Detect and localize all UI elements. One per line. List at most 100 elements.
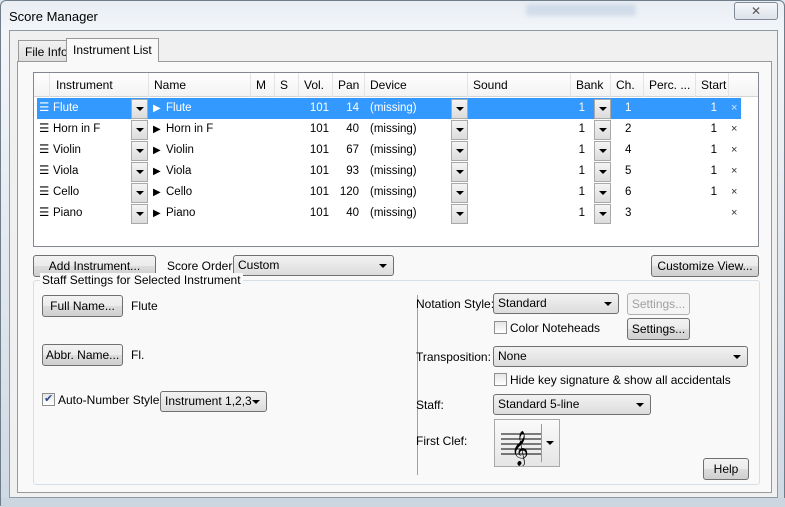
bank-dropdown[interactable] — [594, 204, 611, 224]
delete-row-icon[interactable]: × — [731, 98, 737, 119]
device-cell[interactable]: (missing) — [370, 203, 417, 224]
volume-cell[interactable]: 101 — [299, 182, 329, 203]
header-pan[interactable]: Pan — [333, 73, 365, 97]
table-row[interactable]: ☰ Horn in F ▶ Horn in F 101 40 (missing) 1 2 1 × — [37, 119, 741, 140]
tab-instrument-list[interactable]: Instrument List — [66, 38, 159, 62]
delete-row-icon[interactable]: × — [731, 182, 737, 203]
bank-dropdown[interactable] — [594, 120, 611, 140]
header-channel[interactable]: Ch. — [611, 73, 644, 97]
delete-row-icon[interactable]: × — [731, 203, 737, 224]
sound-cell[interactable] — [471, 182, 571, 203]
start-cell[interactable]: 1 — [697, 161, 717, 182]
delete-row-icon[interactable]: × — [731, 119, 737, 140]
channel-cell[interactable]: 3 — [625, 203, 631, 224]
drag-handle-icon[interactable]: ☰ — [39, 182, 49, 203]
volume-cell[interactable]: 101 — [299, 161, 329, 182]
volume-cell[interactable]: 101 — [299, 98, 329, 119]
name-cell[interactable]: Flute — [166, 98, 192, 119]
table-row[interactable]: ☰ Flute ▶ Flute 101 14 (missing) 1 1 1 × — [37, 98, 741, 119]
table-row[interactable]: ☰ Cello ▶ Cello 101 120 (missing) 1 6 1 × — [37, 182, 741, 203]
header-sound[interactable]: Sound — [468, 73, 571, 97]
name-cell[interactable]: Horn in F — [166, 119, 213, 140]
header-bank[interactable]: Bank — [571, 73, 611, 97]
delete-row-icon[interactable]: × — [731, 140, 737, 161]
color-settings-button[interactable]: Settings... — [627, 318, 690, 340]
drag-handle-icon[interactable]: ☰ — [39, 140, 49, 161]
auto-number-select[interactable]: Instrument 1,2,3 — [160, 391, 267, 412]
pan-cell[interactable]: 93 — [329, 161, 359, 182]
expand-icon[interactable]: ▶ — [153, 203, 161, 224]
header-percussion[interactable]: Perc. ... — [644, 73, 696, 97]
table-row[interactable]: ☰ Piano ▶ Piano 101 40 (missing) 1 3 × — [37, 203, 741, 224]
percussion-cell[interactable] — [647, 182, 697, 203]
instrument-cell[interactable]: Piano — [53, 203, 82, 224]
device-cell[interactable]: (missing) — [370, 182, 417, 203]
pan-cell[interactable]: 67 — [329, 140, 359, 161]
transposition-select[interactable]: None — [493, 346, 748, 367]
device-dropdown[interactable] — [451, 99, 468, 119]
hide-key-checkbox[interactable] — [494, 373, 507, 386]
start-cell[interactable]: 1 — [697, 182, 717, 203]
delete-row-icon[interactable]: × — [731, 161, 737, 182]
first-clef-button[interactable]: 𝄞 — [494, 419, 560, 467]
percussion-cell[interactable] — [647, 98, 697, 119]
bank-cell[interactable]: 1 — [571, 182, 585, 203]
start-cell[interactable]: 1 — [697, 98, 717, 119]
help-button[interactable]: Help — [703, 458, 749, 480]
table-row[interactable]: ☰ Violin ▶ Violin 101 67 (missing) 1 4 1 × — [37, 140, 741, 161]
instrument-dropdown[interactable] — [131, 141, 148, 161]
device-cell[interactable]: (missing) — [370, 140, 417, 161]
instrument-dropdown[interactable] — [131, 183, 148, 203]
expand-icon[interactable]: ▶ — [153, 140, 161, 161]
device-dropdown[interactable] — [451, 204, 468, 224]
expand-icon[interactable]: ▶ — [153, 161, 161, 182]
bank-cell[interactable]: 1 — [571, 98, 585, 119]
score-order-select[interactable]: Custom — [233, 255, 394, 276]
pan-cell[interactable]: 40 — [329, 203, 359, 224]
device-dropdown[interactable] — [451, 183, 468, 203]
auto-number-checkbox[interactable]: ✔ — [42, 393, 55, 406]
drag-handle-icon[interactable]: ☰ — [39, 98, 49, 119]
notation-style-select[interactable]: Standard — [493, 293, 619, 314]
bank-cell[interactable]: 1 — [571, 203, 585, 224]
percussion-cell[interactable] — [647, 140, 697, 161]
bank-cell[interactable]: 1 — [571, 161, 585, 182]
name-cell[interactable]: Viola — [166, 161, 191, 182]
percussion-cell[interactable] — [647, 119, 697, 140]
table-row[interactable]: ☰ Viola ▶ Viola 101 93 (missing) 1 5 1 × — [37, 161, 741, 182]
header-name[interactable]: Name — [149, 73, 251, 97]
pan-cell[interactable]: 120 — [329, 182, 359, 203]
drag-handle-icon[interactable]: ☰ — [39, 203, 49, 224]
customize-view-button[interactable]: Customize View... — [651, 255, 759, 277]
full-name-button[interactable]: Full Name... — [42, 295, 123, 317]
channel-cell[interactable]: 4 — [625, 140, 631, 161]
instrument-dropdown[interactable] — [131, 120, 148, 140]
header-mute[interactable]: M — [251, 73, 275, 97]
channel-cell[interactable]: 6 — [625, 182, 631, 203]
channel-cell[interactable]: 2 — [625, 119, 631, 140]
bank-cell[interactable]: 1 — [571, 119, 585, 140]
expand-icon[interactable]: ▶ — [153, 119, 161, 140]
header-device[interactable]: Device — [365, 73, 468, 97]
volume-cell[interactable]: 101 — [299, 140, 329, 161]
instrument-cell[interactable]: Horn in F — [53, 119, 100, 140]
start-cell[interactable]: 1 — [697, 119, 717, 140]
header-start[interactable]: Start — [696, 73, 729, 97]
drag-handle-icon[interactable]: ☰ — [39, 161, 49, 182]
notation-settings-button[interactable]: Settings... — [627, 293, 690, 315]
sound-cell[interactable] — [471, 140, 571, 161]
bank-dropdown[interactable] — [594, 99, 611, 119]
pan-cell[interactable]: 40 — [329, 119, 359, 140]
device-cell[interactable]: (missing) — [370, 119, 417, 140]
percussion-cell[interactable] — [647, 161, 697, 182]
abbr-name-button[interactable]: Abbr. Name... — [42, 344, 123, 366]
channel-cell[interactable]: 5 — [625, 161, 631, 182]
instrument-dropdown[interactable] — [131, 162, 148, 182]
device-cell[interactable]: (missing) — [370, 161, 417, 182]
expand-icon[interactable]: ▶ — [153, 182, 161, 203]
device-dropdown[interactable] — [451, 120, 468, 140]
bank-dropdown[interactable] — [594, 141, 611, 161]
instrument-cell[interactable]: Viola — [53, 161, 78, 182]
device-dropdown[interactable] — [451, 141, 468, 161]
sound-cell[interactable] — [471, 203, 571, 224]
